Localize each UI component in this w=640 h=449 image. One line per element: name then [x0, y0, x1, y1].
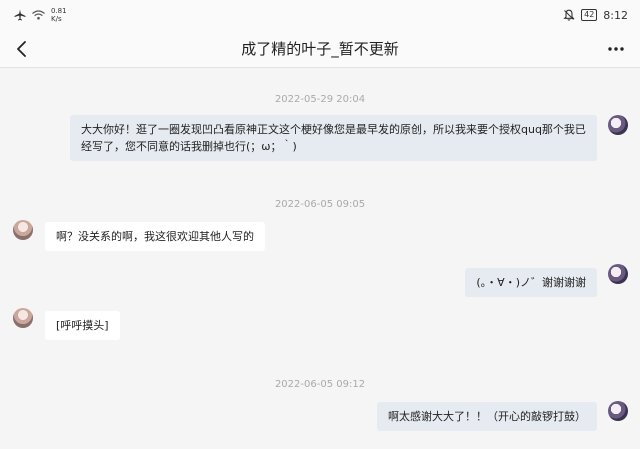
my-avatar[interactable]: [608, 264, 628, 284]
sent-message-bubble[interactable]: 啊太感谢大大了！！（开心的敲锣打鼓）: [377, 402, 597, 431]
network-speed-unit: K/s: [51, 15, 62, 23]
status-right: 42 8:12: [563, 9, 628, 22]
clock: 8:12: [603, 8, 628, 22]
contact-avatar[interactable]: [13, 308, 33, 328]
back-arrow-icon[interactable]: [12, 39, 32, 59]
network-speed-value: 0.81: [51, 7, 67, 15]
chat-thread[interactable]: 2022-05-29 20:04 大大你好！逛了一圈发现凹凸看原神正文这个梗好像…: [0, 68, 640, 449]
message-timestamp: 2022-06-05 09:12: [274, 379, 366, 390]
more-options-icon[interactable]: [606, 39, 626, 59]
message-timestamp: 2022-06-05 09:05: [274, 199, 366, 210]
my-avatar[interactable]: [608, 115, 628, 135]
sent-message-bubble[interactable]: (。・∀・)ノ゛谢谢谢谢: [465, 268, 597, 297]
status-bar: 0.81 K/s 42 8:12: [0, 0, 640, 30]
nav-bar: 成了精的叶子_暂不更新: [0, 30, 640, 68]
message-timestamp: 2022-05-29 20:04: [274, 94, 366, 105]
received-message-bubble[interactable]: [呼呼摸头]: [45, 311, 120, 340]
my-avatar[interactable]: [608, 401, 628, 421]
notification-bell-off-icon: [563, 9, 575, 21]
sent-message-bubble[interactable]: 大大你好！逛了一圈发现凹凸看原神正文这个梗好像您是最早发的原创，所以我来要个授权…: [70, 115, 597, 161]
conversation-title: 成了精的叶子_暂不更新: [241, 40, 399, 58]
contact-avatar[interactable]: [13, 220, 33, 240]
status-left: 0.81 K/s: [14, 7, 67, 23]
airplane-mode-icon: [14, 9, 26, 21]
battery-level: 42: [581, 9, 598, 21]
wifi-icon: [32, 10, 45, 20]
received-message-bubble[interactable]: 啊？没关系的啊，我这很欢迎其他人写的: [45, 222, 265, 251]
network-speed: 0.81 K/s: [51, 7, 67, 23]
